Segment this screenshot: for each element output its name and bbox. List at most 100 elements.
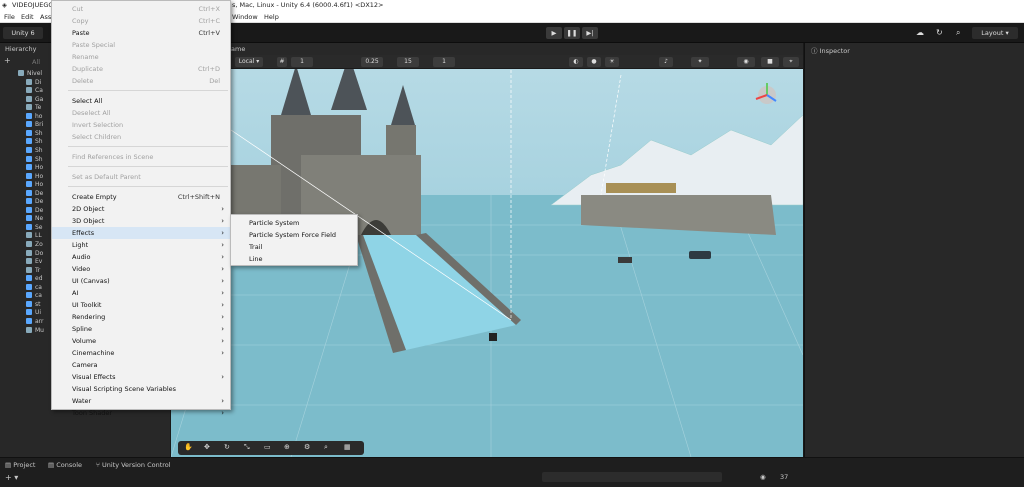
menu-item[interactable]: Rendering › [52, 311, 232, 323]
hierarchy-row[interactable]: Zo [26, 241, 43, 249]
pivot-dropdown[interactable]: Local ▾ [235, 57, 263, 67]
menu-item[interactable]: 3D Object › [52, 215, 232, 227]
custom-tool-icon[interactable]: ⚙ [304, 443, 310, 451]
menu-item[interactable]: Paste Ctrl+V [52, 27, 232, 39]
hierarchy-row[interactable]: ho [26, 112, 42, 121]
snap-field[interactable]: 0.25 [361, 57, 383, 67]
menu-item[interactable]: Water › [52, 395, 232, 407]
layout-dropdown[interactable]: Layout ▾ [972, 27, 1018, 39]
hierarchy-row[interactable]: Ui [26, 309, 41, 317]
menu-file[interactable]: File [4, 13, 15, 21]
menu-item[interactable]: Create Empty Ctrl+Shift+N [52, 191, 232, 203]
hierarchy-row[interactable]: Ho [26, 172, 43, 181]
hierarchy-row[interactable]: Se [26, 223, 43, 232]
menu-item[interactable]: Spline › [52, 323, 232, 335]
hierarchy-tab[interactable]: Hierarchy [5, 45, 36, 53]
submenu-item[interactable]: Particle System Force Field [231, 229, 359, 241]
search-tool-icon[interactable]: ⌕ [324, 443, 328, 452]
transform-tool-icon[interactable]: ⊕ [284, 443, 290, 451]
effects-icon[interactable]: ✦ [691, 57, 709, 67]
hierarchy-row[interactable]: De [26, 206, 43, 215]
hierarchy-row[interactable]: ed [26, 275, 43, 283]
menu-item[interactable]: Volume › [52, 335, 232, 347]
play-button[interactable]: ▶ [546, 27, 562, 39]
add-icon[interactable]: + [4, 56, 11, 65]
menu-item[interactable]: 2D Object › [52, 203, 232, 215]
camera-icon[interactable]: ■ [761, 57, 779, 67]
hierarchy-row[interactable]: Ga [26, 95, 43, 104]
hierarchy-search[interactable]: All [32, 58, 40, 66]
account-button[interactable]: Unity 6 [3, 27, 43, 39]
hierarchy-row[interactable]: ca [26, 283, 42, 292]
menu-item[interactable]: Audio › [52, 251, 232, 263]
menu-item[interactable]: Visual Scripting Scene Variables [52, 383, 232, 395]
menu-item[interactable]: UI Toolkit › [52, 299, 232, 311]
hierarchy-row[interactable]: st [26, 300, 40, 309]
rect-tool-icon[interactable]: ▭ [264, 443, 271, 451]
visibility-icon[interactable]: ◉ [737, 57, 755, 67]
hierarchy-row[interactable]: arr [26, 317, 44, 326]
hierarchy-row[interactable]: Tr [26, 266, 40, 275]
eye-icon[interactable]: ◉ [760, 473, 766, 481]
project-search-input[interactable] [542, 472, 722, 482]
hierarchy-row[interactable]: Di [26, 78, 41, 87]
hierarchy-row[interactable]: Sh [26, 138, 43, 146]
step-button[interactable]: ▶| [582, 27, 598, 39]
hierarchy-row[interactable]: Te [26, 104, 41, 112]
snap-tool-icon[interactable]: ▦ [344, 443, 351, 451]
menu-help[interactable]: Help [264, 13, 279, 21]
hierarchy-row[interactable]: Ne [26, 215, 43, 223]
tab-version-control[interactable]: ⑂ Unity Version Control [96, 461, 171, 469]
search-icon[interactable]: ⌕ [956, 28, 960, 38]
tab-project[interactable]: ▤ Project [5, 461, 35, 469]
hierarchy-row[interactable]: Ho [26, 164, 43, 172]
menu-item[interactable]: Video › [52, 263, 232, 275]
menu-item[interactable]: UI (Canvas) › [52, 275, 232, 287]
menu-item[interactable]: Camera [52, 359, 232, 371]
move-tool-icon[interactable]: ✥ [204, 443, 210, 451]
history-icon[interactable]: ↻ [936, 28, 943, 37]
menu-edit[interactable]: Edit [21, 13, 34, 21]
menu-item[interactable]: Light › [52, 239, 232, 251]
menu-item[interactable]: Select All [52, 95, 232, 107]
inspector-tab[interactable]: ⓘ Inspector [811, 45, 850, 55]
submenu-item[interactable]: Line [231, 253, 359, 265]
hierarchy-row[interactable]: Ev [26, 258, 42, 266]
menu-item[interactable]: AI › [52, 287, 232, 299]
rotate-tool-icon[interactable]: ↻ [224, 443, 230, 451]
submenu-item[interactable]: Trail [231, 241, 359, 253]
gizmos-icon[interactable]: ⌖ [783, 57, 799, 67]
pause-button[interactable]: ❚❚ [564, 27, 580, 39]
hierarchy-row[interactable]: Do [26, 249, 43, 258]
hierarchy-row[interactable]: Ho [26, 181, 43, 189]
hierarchy-row[interactable]: Ca [26, 87, 43, 95]
draw-mode-icon[interactable]: ◐ [569, 57, 583, 67]
view-tool-icon[interactable]: ✋ [184, 443, 193, 451]
hierarchy-row[interactable]: Sh [26, 129, 43, 138]
grid-size-field[interactable]: 1 [291, 57, 313, 67]
hierarchy-row[interactable]: Nivel [18, 70, 42, 78]
cloud-icon[interactable]: ☁ [916, 28, 924, 37]
hierarchy-row[interactable]: Mu [26, 326, 44, 335]
grid-icon[interactable]: # [277, 57, 287, 67]
lighting-icon[interactable]: ☀ [605, 57, 619, 67]
menu-item[interactable]: Effects › [52, 227, 232, 239]
scale-field[interactable]: 1 [433, 57, 455, 67]
menu-window[interactable]: Window [232, 13, 258, 21]
submenu-item[interactable]: Particle System [231, 217, 359, 229]
menu-item[interactable]: Visual Effects › [52, 371, 232, 383]
audio-icon[interactable]: ♪ [659, 57, 673, 67]
hierarchy-row[interactable]: Bri [26, 121, 43, 129]
hierarchy-row[interactable]: LL [26, 232, 42, 240]
hierarchy-row[interactable]: ca [26, 292, 42, 300]
hierarchy-row[interactable]: Sh [26, 155, 43, 164]
menu-item[interactable]: Cinemachine › [52, 347, 232, 359]
menu-item[interactable]: Toon Shader › [52, 407, 232, 419]
add-asset-icon[interactable]: + ▾ [5, 473, 18, 482]
scale-tool-icon[interactable]: ⤡ [244, 443, 250, 452]
hierarchy-row[interactable]: De [26, 198, 43, 206]
tab-console[interactable]: ▤ Console [48, 461, 82, 469]
2d-toggle-icon[interactable]: ● [587, 57, 601, 67]
angle-field[interactable]: 15 [397, 57, 419, 67]
hierarchy-row[interactable]: De [26, 189, 43, 198]
